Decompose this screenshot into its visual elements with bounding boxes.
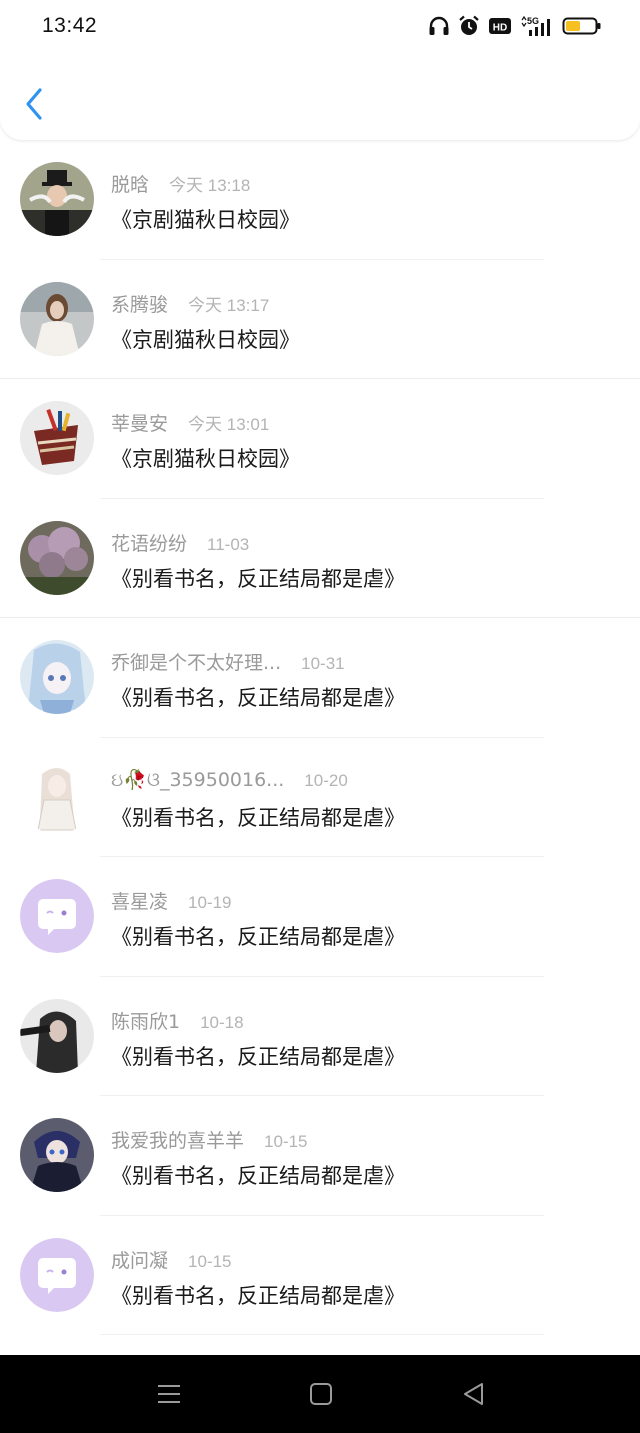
user-name[interactable]: ઇ🥀ଓ_35950016... xyxy=(111,768,284,791)
list-item[interactable]: 成问凝 10-15 《别看书名，反正结局都是虐》 xyxy=(0,1216,640,1335)
headphones-icon xyxy=(429,16,449,35)
home-icon xyxy=(310,1383,332,1405)
nav-back-button[interactable] xyxy=(459,1379,489,1409)
comment-date: 10-19 xyxy=(188,893,232,912)
battery-icon xyxy=(562,17,601,35)
menu-icon xyxy=(158,1385,180,1403)
chevron-left-icon xyxy=(26,88,42,120)
network-label: 5G xyxy=(527,16,539,26)
comment-date: 10-18 xyxy=(200,1012,244,1032)
comment-date: 今天 13:17 xyxy=(188,295,270,315)
book-title[interactable]: 《别看书名，反正结局都是虐》 xyxy=(111,1280,405,1310)
user-name[interactable]: 系腾骏 xyxy=(111,290,168,317)
alarm-icon xyxy=(459,15,479,35)
comment-meta: 乔御是个不太好理... 10-31 xyxy=(111,648,345,675)
list-item[interactable]: 脱晗 今天 13:18 《京剧猫秋日校园》 xyxy=(0,140,640,260)
signal-5g-icon: 5G xyxy=(521,15,550,36)
book-title[interactable]: 《别看书名，反正结局都是虐》 xyxy=(111,802,405,832)
user-name[interactable]: 莘曼安 xyxy=(111,409,168,436)
avatar-default[interactable] xyxy=(20,879,94,953)
user-name[interactable]: 我爱我的喜羊羊 xyxy=(111,1126,244,1153)
user-name[interactable]: 喜星凌 xyxy=(111,887,168,914)
comment-meta: 喜星凌 10-19 xyxy=(111,887,232,914)
comment-meta: 成问凝 10-15 xyxy=(111,1246,232,1273)
user-name[interactable]: 花语纷纷 xyxy=(111,529,187,556)
comment-meta: 莘曼安 今天 13:01 xyxy=(111,409,269,436)
comment-meta: 花语纷纷 11-03 xyxy=(111,529,249,556)
comment-meta: 我爱我的喜羊羊 10-15 xyxy=(111,1126,308,1153)
book-title[interactable]: 《别看书名，反正结局都是虐》 xyxy=(111,921,405,951)
book-title[interactable]: 《京剧猫秋日校园》 xyxy=(111,443,300,473)
status-bar: 13:42 HD 5G xyxy=(0,0,640,56)
list-item[interactable]: ઇ🥀ଓ_35950016... 10-20 《别看书名，反正结局都是虐》 xyxy=(0,738,640,857)
list-item[interactable]: 乔御是个不太好理... 10-31 《别看书名，反正结局都是虐》 xyxy=(0,618,640,738)
book-title[interactable]: 《别看书名，反正结局都是虐》 xyxy=(111,1041,405,1071)
comment-date: 今天 13:18 xyxy=(169,176,251,195)
comment-meta: ઇ🥀ଓ_35950016... 10-20 xyxy=(111,768,348,791)
back-triangle-icon xyxy=(464,1383,483,1405)
list-item[interactable]: 陈雨欣1 10-18 《别看书名，反正结局都是虐》 xyxy=(0,977,640,1096)
avatar[interactable] xyxy=(20,1118,94,1192)
app-header: 13:42 HD 5G xyxy=(0,0,640,140)
comment-meta: 陈雨欣1 10-18 xyxy=(111,1007,244,1034)
menu-button[interactable] xyxy=(154,1379,184,1409)
status-icons: HD 5G xyxy=(428,15,602,37)
list-item[interactable]: 莘曼安 今天 13:01 《京剧猫秋日校园》 xyxy=(0,379,640,499)
comment-date: 10-31 xyxy=(301,654,345,673)
battery-fill xyxy=(566,21,580,31)
list-item[interactable]: 花语纷纷 11-03 《别看书名，反正结局都是虐》 xyxy=(0,499,640,618)
comment-date: 10-20 xyxy=(304,770,348,790)
comment-list: 脱晗 今天 13:18 《京剧猫秋日校园》 系腾骏 今天 13:17 《京剧猫秋… xyxy=(0,140,640,1335)
list-item[interactable]: 系腾骏 今天 13:17 《京剧猫秋日校园》 xyxy=(0,260,640,379)
back-button[interactable] xyxy=(20,86,50,122)
divider xyxy=(100,1334,544,1335)
comment-date: 今天 13:01 xyxy=(188,415,270,434)
avatar[interactable] xyxy=(20,162,94,236)
comment-meta: 脱晗 今天 13:18 xyxy=(111,170,250,197)
system-nav-bar xyxy=(0,1355,640,1433)
comment-meta: 系腾骏 今天 13:17 xyxy=(111,290,269,317)
avatar[interactable] xyxy=(20,520,94,595)
list-item[interactable]: 喜星凌 10-19 《别看书名，反正结局都是虐》 xyxy=(0,857,640,977)
list-item[interactable]: 我爱我的喜羊羊 10-15 《别看书名，反正结局都是虐》 xyxy=(0,1096,640,1216)
book-title[interactable]: 《别看书名，反正结局都是虐》 xyxy=(111,1160,405,1190)
home-button[interactable] xyxy=(306,1379,336,1409)
avatar[interactable] xyxy=(20,640,94,714)
user-name[interactable]: 脱晗 xyxy=(111,170,149,197)
avatar[interactable] xyxy=(20,401,94,475)
avatar-default[interactable] xyxy=(20,1237,94,1312)
book-title[interactable]: 《别看书名，反正结局都是虐》 xyxy=(111,682,405,712)
avatar[interactable] xyxy=(20,759,94,834)
hd-label: HD xyxy=(493,23,507,34)
avatar[interactable] xyxy=(20,281,94,356)
hd-icon: HD xyxy=(489,18,511,34)
comment-date: 10-15 xyxy=(188,1251,232,1271)
comment-date: 10-15 xyxy=(264,1132,308,1151)
book-title[interactable]: 《京剧猫秋日校园》 xyxy=(111,204,300,234)
avatar[interactable] xyxy=(20,998,94,1073)
book-title[interactable]: 《别看书名，反正结局都是虐》 xyxy=(111,563,405,593)
book-title[interactable]: 《京剧猫秋日校园》 xyxy=(111,324,300,354)
comment-date: 11-03 xyxy=(207,534,250,554)
user-name[interactable]: 乔御是个不太好理... xyxy=(111,648,281,675)
user-name[interactable]: 陈雨欣1 xyxy=(111,1007,180,1034)
user-name[interactable]: 成问凝 xyxy=(111,1246,168,1273)
status-time: 13:42 xyxy=(42,14,98,37)
